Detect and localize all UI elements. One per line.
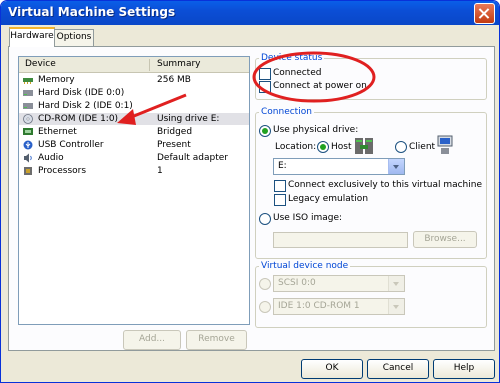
scsi-node-value: SCSI 0:0 (278, 278, 316, 288)
usb-icon (23, 140, 33, 150)
device-row-cdrom[interactable]: CD-ROM (IDE 1:0) Using drive E: (19, 113, 249, 125)
device-name: Ethernet (38, 127, 77, 137)
device-summary: Using drive E: (157, 114, 220, 124)
ide-node-radio[interactable] (259, 301, 271, 313)
dialog-window: Virtual Machine Settings Hardware Option… (0, 0, 500, 383)
device-row-usb[interactable]: USB Controller Present (19, 139, 249, 151)
connect-exclusively-label[interactable]: Connect exclusively to this virtual mach… (288, 180, 482, 190)
ide-node-select[interactable]: IDE 1:0 CD-ROM 1 (273, 298, 405, 315)
device-row-hard-disk-2[interactable]: Hard Disk 2 (IDE 0:1) (19, 100, 249, 112)
use-iso-image-radio[interactable] (259, 213, 271, 225)
device-row-hard-disk[interactable]: Hard Disk (IDE 0:0) (19, 87, 249, 99)
remove-device-button[interactable]: Remove (186, 330, 247, 350)
device-row-audio[interactable]: Audio Default adapter (19, 152, 249, 164)
connect-at-power-on-checkbox[interactable] (259, 81, 271, 93)
host-machine-icon (355, 138, 373, 154)
client-label[interactable]: Client (409, 142, 435, 152)
title-bar[interactable]: Virtual Machine Settings (1, 1, 499, 25)
column-header-device[interactable]: Device (25, 59, 56, 69)
device-summary: 256 MB (157, 75, 191, 85)
tab-options[interactable]: Options (54, 29, 94, 46)
device-list: Device Summary Memory 256 MB Hard Disk (… (18, 56, 250, 325)
device-row-processors[interactable]: Processors 1 (19, 165, 249, 177)
add-device-button[interactable]: Add... (123, 330, 181, 350)
memory-icon (23, 78, 33, 84)
drive-select[interactable]: E: (273, 158, 405, 175)
device-name: Hard Disk (IDE 0:0) (38, 88, 125, 98)
device-list-header: Device Summary (19, 57, 249, 73)
cdrom-icon (23, 114, 33, 124)
device-name: USB Controller (38, 140, 104, 150)
device-status-group: Device status (255, 53, 487, 100)
ok-button[interactable]: OK (301, 359, 363, 379)
chevron-down-icon[interactable] (388, 276, 404, 291)
scsi-node-radio[interactable] (259, 278, 271, 290)
device-row-memory[interactable]: Memory 256 MB (19, 74, 249, 86)
ethernet-icon (23, 128, 33, 135)
device-row-ethernet[interactable]: Ethernet Bridged (19, 126, 249, 138)
drive-select-value: E: (278, 161, 287, 171)
tab-hardware[interactable]: Hardware (9, 27, 55, 47)
device-name: Audio (38, 153, 64, 163)
device-name: Hard Disk 2 (IDE 0:1) (38, 101, 133, 111)
device-summary: Bridged (157, 127, 193, 137)
chevron-down-icon[interactable] (388, 159, 404, 174)
connect-at-power-on-label[interactable]: Connect at power on (273, 81, 367, 91)
ide-node-value: IDE 1:0 CD-ROM 1 (278, 301, 360, 311)
legacy-emulation-label[interactable]: Legacy emulation (288, 194, 368, 204)
window-title: Virtual Machine Settings (8, 5, 176, 19)
client-radio[interactable] (395, 141, 407, 153)
use-physical-drive-radio[interactable] (259, 125, 271, 137)
cancel-button[interactable]: Cancel (367, 359, 429, 379)
connected-label[interactable]: Connected (273, 68, 321, 78)
column-divider[interactable] (149, 59, 150, 71)
host-label[interactable]: Host (331, 142, 352, 152)
device-summary: Default adapter (157, 153, 228, 163)
use-physical-drive-label[interactable]: Use physical drive: (273, 125, 358, 135)
device-name: CD-ROM (IDE 1:0) (38, 114, 119, 124)
legacy-emulation-checkbox[interactable] (274, 194, 286, 206)
iso-path-input[interactable] (273, 232, 408, 248)
hard-disk-icon (23, 103, 33, 109)
virtual-device-node-label: Virtual device node (259, 261, 351, 271)
location-label: Location: (275, 142, 317, 152)
host-radio[interactable] (317, 141, 329, 153)
help-button[interactable]: Help (433, 359, 495, 379)
device-status-label: Device status (259, 53, 325, 63)
use-iso-image-label[interactable]: Use ISO image: (273, 213, 342, 223)
client-machine-icon (437, 135, 453, 154)
device-summary: 1 (157, 166, 163, 176)
connect-exclusively-checkbox[interactable] (274, 180, 286, 192)
audio-icon (24, 153, 32, 163)
device-name: Processors (38, 166, 87, 176)
browse-button[interactable]: Browse... (413, 231, 477, 248)
scsi-node-select[interactable]: SCSI 0:0 (273, 275, 405, 292)
device-summary: Present (157, 140, 191, 150)
chevron-down-icon[interactable] (388, 299, 404, 314)
processor-icon (24, 167, 32, 175)
column-header-summary[interactable]: Summary (157, 59, 201, 69)
connection-label: Connection (259, 107, 314, 117)
device-name: Memory (38, 75, 75, 85)
close-button[interactable] (474, 3, 495, 24)
hard-disk-icon (23, 90, 33, 96)
connected-checkbox[interactable] (259, 68, 271, 80)
